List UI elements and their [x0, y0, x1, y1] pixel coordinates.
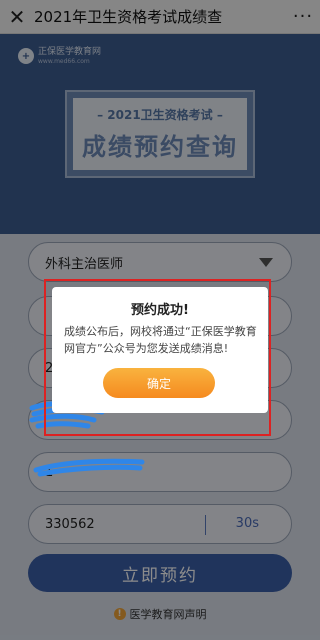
redaction-scribble-phone — [33, 458, 145, 477]
dialog-message: 成绩公布后，网校将通过“正保医学教育网官方”公众号为您发送成绩消息! — [64, 325, 257, 355]
dialog-title: 预约成功! — [131, 303, 189, 318]
confirm-button[interactable]: 确定 — [103, 368, 215, 398]
success-dialog: 预约成功! 成绩公布后，网校将通过“正保医学教育网官方”公众号为您发送成绩消息!… — [52, 287, 268, 413]
